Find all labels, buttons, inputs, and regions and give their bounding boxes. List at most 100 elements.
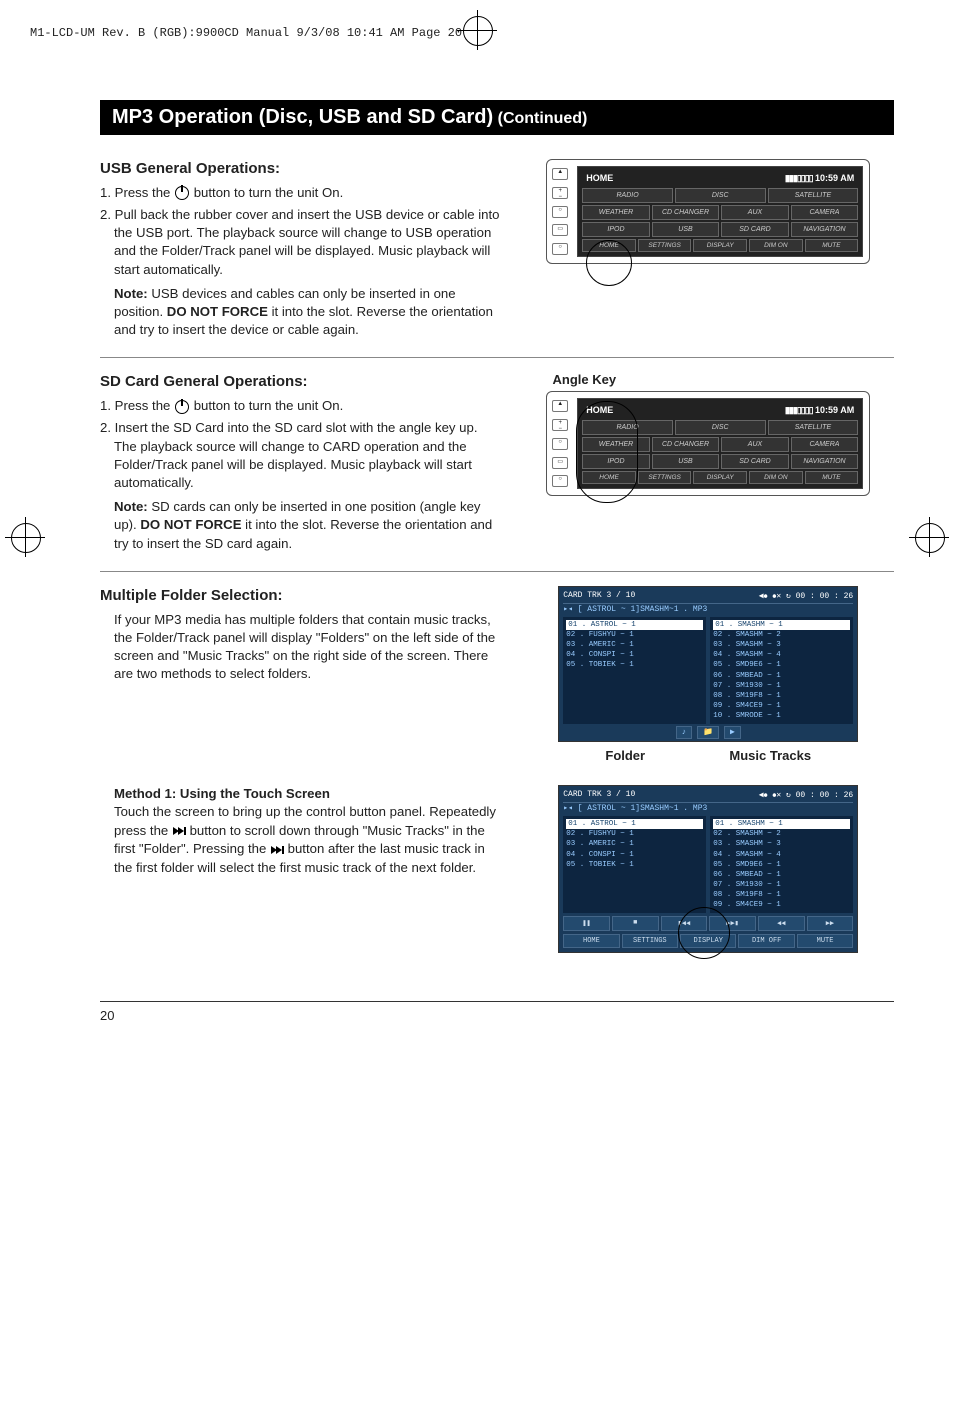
folder-item: 05 . TOBIEK ~ 1 bbox=[566, 660, 703, 670]
folders-heading: Multiple Folder Selection: bbox=[100, 586, 502, 607]
track-item: 08 . SM19F8 ~ 1 bbox=[713, 890, 850, 900]
btn-navigation: NAVIGATION bbox=[791, 222, 859, 237]
mp3-hdr-left: CARD TRK 3 / 10 bbox=[563, 591, 635, 601]
track-item: 08 . SM19F8 ~ 1 bbox=[713, 691, 850, 701]
doc-header: M1-LCD-UM Rev. B (RGB):9900CD Manual 9/3… bbox=[30, 26, 462, 40]
vol-icon: +− bbox=[552, 187, 568, 199]
btn-home: HOME bbox=[582, 239, 636, 252]
track-panel: 01 . SMASHM ~ 1 02 . SMASHM ~ 2 03 . SMA… bbox=[710, 617, 853, 724]
ctrl-dimoff: DIM OFF bbox=[738, 934, 794, 948]
mp3-hdr-right: ◀⦁ ⦁✕ ↻ 00 : 00 : 26 bbox=[759, 591, 853, 601]
folder-item: 01 . ASTROL ~ 1 bbox=[566, 819, 703, 829]
track-item: 02 . SMASHM ~ 2 bbox=[713, 630, 850, 640]
usb-note: Note: USB devices and cables can only be… bbox=[114, 285, 502, 340]
card-slot-icon: ▭ bbox=[552, 224, 568, 236]
ctrl-mute: MUTE bbox=[797, 934, 853, 948]
btn-dimon: DIM ON bbox=[749, 471, 803, 484]
usb-step1b: button to turn the unit On. bbox=[190, 185, 343, 200]
btn-camera: CAMERA bbox=[791, 205, 859, 220]
method1-heading: Method 1: Using the Touch Screen bbox=[114, 786, 330, 801]
sd-step2: 2. Insert the SD Card into the SD card s… bbox=[114, 419, 502, 492]
folder-item: 03 . AMERIC ~ 1 bbox=[566, 839, 703, 849]
registration-mark-right bbox=[909, 517, 949, 557]
track-panel: 01 . SMASHM ~ 1 02 . SMASHM ~ 2 03 . SMA… bbox=[710, 816, 853, 913]
folder-item: 02 . FUSHYU ~ 1 bbox=[566, 630, 703, 640]
btn-aux: AUX bbox=[721, 437, 789, 452]
btn-home: HOME bbox=[582, 471, 636, 484]
btn-mute: MUTE bbox=[805, 471, 859, 484]
ctrl-rew: ◀◀ bbox=[758, 916, 805, 931]
track-item: 09 . SM4CE9 ~ 1 bbox=[713, 701, 850, 711]
btn-aux: AUX bbox=[721, 205, 789, 220]
track-item: 06 . SMBEAD ~ 1 bbox=[713, 671, 850, 681]
btn-ipod: IPOD bbox=[582, 454, 650, 469]
angle-key-label: Angle Key bbox=[552, 372, 616, 387]
ctrl-display: DISPLAY bbox=[680, 934, 736, 948]
sd-heading: SD Card General Operations: bbox=[100, 372, 502, 393]
page-number: 20 bbox=[100, 1001, 894, 1023]
folder-mini-icon: ▶ bbox=[724, 726, 741, 739]
btn-usb: USB bbox=[652, 454, 720, 469]
btn-weather: WEATHER bbox=[582, 205, 650, 220]
method1-body: Touch the screen to bring up the control… bbox=[114, 804, 496, 874]
folder-item: 01 . ASTROL ~ 1 bbox=[566, 620, 703, 630]
track-item: 10 . SMRODE ~ 1 bbox=[713, 711, 850, 721]
btn-cdchanger: CD CHANGER bbox=[652, 437, 720, 452]
btn-navigation: NAVIGATION bbox=[791, 454, 859, 469]
usb-heading: USB General Operations: bbox=[100, 159, 502, 180]
btn-disc: DISC bbox=[675, 420, 766, 435]
track-item: 05 . SMD9E6 ~ 1 bbox=[713, 660, 850, 670]
mp3-hdr-right: ◀⦁ ⦁✕ ↻ 00 : 00 : 26 bbox=[759, 790, 853, 800]
card-slot-icon: ▭ bbox=[552, 457, 568, 469]
mp3-screen-1: CARD TRK 3 / 10 ◀⦁ ⦁✕ ↻ 00 : 00 : 26 ▸◂ … bbox=[558, 586, 858, 742]
aux-icon: ○ bbox=[552, 475, 568, 487]
ctrl-settings: SETTINGS bbox=[622, 934, 678, 948]
folder-item: 03 . AMERIC ~ 1 bbox=[566, 640, 703, 650]
btn-cdchanger: CD CHANGER bbox=[652, 205, 720, 220]
section-title-sub: (Continued) bbox=[498, 110, 588, 127]
registration-mark-top bbox=[457, 10, 497, 50]
folder-panel: 01 . ASTROL ~ 1 02 . FUSHYU ~ 1 03 . AME… bbox=[563, 816, 706, 913]
btn-sdcard: SD CARD bbox=[721, 454, 789, 469]
vol-icon: +− bbox=[552, 419, 568, 431]
usb-step2: 2. Pull back the rubber cover and insert… bbox=[114, 206, 502, 279]
mp3-path: ▸◂ [ ASTROL ~ 1]SMASHM~1 . MP3 bbox=[563, 604, 853, 614]
track-item: 06 . SMBEAD ~ 1 bbox=[713, 870, 850, 880]
btn-radio: RADIO bbox=[582, 188, 673, 203]
btn-weather: WEATHER bbox=[582, 437, 650, 452]
sd-note-label: Note: bbox=[114, 499, 148, 514]
track-item: 05 . SMD9E6 ~ 1 bbox=[713, 860, 850, 870]
btn-ipod: IPOD bbox=[582, 222, 650, 237]
btn-disc: DISC bbox=[675, 188, 766, 203]
sd-step1a: 1. Press the bbox=[100, 398, 174, 413]
btn-usb: USB bbox=[652, 222, 720, 237]
btn-display: DISPLAY bbox=[693, 471, 747, 484]
btn-radio: RADIO bbox=[582, 420, 673, 435]
track-item: 09 . SM4CE9 ~ 1 bbox=[713, 900, 850, 910]
knob-icon: ○ bbox=[552, 438, 568, 450]
section-title: MP3 Operation (Disc, USB and SD Card) (C… bbox=[100, 100, 894, 135]
aux-icon: ○ bbox=[552, 243, 568, 255]
section-title-main: MP3 Operation (Disc, USB and SD Card) bbox=[112, 106, 493, 128]
btn-mute: MUTE bbox=[805, 239, 859, 252]
mp3-screen-2: CARD TRK 3 / 10 ◀⦁ ⦁✕ ↻ 00 : 00 : 26 ▸◂ … bbox=[558, 785, 858, 953]
power-icon bbox=[175, 186, 189, 200]
track-item: 03 . SMASHM ~ 3 bbox=[713, 839, 850, 849]
ctrl-next: ▶▶▮ bbox=[709, 916, 756, 931]
folder-mini-icon: ♪ bbox=[676, 726, 693, 739]
track-item: 07 . SM1930 ~ 1 bbox=[713, 880, 850, 890]
track-item: 01 . SMASHM ~ 1 bbox=[713, 819, 850, 829]
ctrl-ff: ▶▶ bbox=[807, 916, 854, 931]
power-icon bbox=[175, 400, 189, 414]
usb-step1: 1. Press the button to turn the unit On. bbox=[114, 184, 502, 202]
next-track-icon bbox=[173, 822, 184, 840]
btn-dimon: DIM ON bbox=[749, 239, 803, 252]
ctrl-home: HOME bbox=[563, 934, 619, 948]
track-item: 03 . SMASHM ~ 3 bbox=[713, 640, 850, 650]
screen-title: HOME bbox=[586, 173, 613, 184]
btn-camera: CAMERA bbox=[791, 437, 859, 452]
btn-satellite: SATELLITE bbox=[768, 188, 859, 203]
folder-item: 05 . TOBIEK ~ 1 bbox=[566, 860, 703, 870]
folder-panel: 01 . ASTROL ~ 1 02 . FUSHYU ~ 1 03 . AME… bbox=[563, 617, 706, 724]
device-illustration-sd: ▲ +− ○ ▭ ○ HOME ▮▮▮▯▯▯▯ 10:59 AM RADIO bbox=[546, 391, 870, 496]
